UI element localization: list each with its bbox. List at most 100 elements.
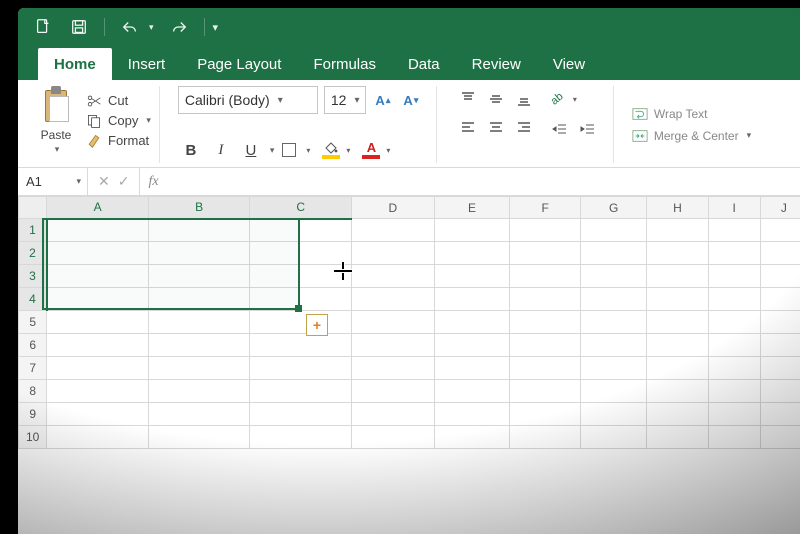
plus-icon: +	[313, 318, 321, 332]
tab-home[interactable]: Home	[38, 48, 112, 80]
copy-icon	[86, 113, 102, 129]
formula-controls: ✕ ✓	[88, 168, 140, 195]
font-size-combo[interactable]: 12 ▾	[324, 86, 366, 114]
format-label: Format	[108, 133, 149, 148]
name-box-value: A1	[26, 174, 42, 189]
borders-button[interactable]: ▾	[278, 137, 314, 163]
format-painter-button[interactable]: Format	[86, 133, 151, 149]
wrap-text-icon	[632, 107, 648, 121]
group-alignment: ab ▾	[447, 86, 614, 163]
decrease-indent-button[interactable]	[547, 116, 573, 142]
decrease-font-size-button[interactable]: A▾	[400, 88, 422, 112]
merge-icon	[632, 129, 648, 143]
copy-dropdown-icon[interactable]: ▾	[146, 115, 151, 126]
formula-input[interactable]	[167, 168, 800, 195]
col-header[interactable]: A	[47, 197, 149, 219]
align-top-button[interactable]	[455, 86, 481, 112]
col-header[interactable]: C	[250, 197, 352, 219]
merge-dropdown-icon[interactable]: ▾	[747, 130, 752, 141]
row-header[interactable]: 6	[19, 334, 47, 357]
group-clipboard: Paste ▾ Cut Copy ▾	[28, 86, 160, 163]
increase-font-size-button[interactable]: A▴	[372, 88, 394, 112]
wrap-text-button[interactable]: Wrap Text	[632, 107, 751, 121]
copy-label: Copy	[108, 113, 138, 128]
cancel-formula-button[interactable]: ✕	[98, 173, 110, 190]
font-color-icon: A	[362, 141, 380, 159]
select-all-corner[interactable]	[19, 197, 47, 219]
row-header[interactable]: 2	[19, 242, 47, 265]
cut-label: Cut	[108, 93, 128, 108]
formula-bar-row: A1 ▾ ✕ ✓ fx	[18, 168, 800, 196]
separator	[204, 18, 205, 36]
row-header[interactable]: 8	[19, 380, 47, 403]
ribbon-tabs: Home Insert Page Layout Formulas Data Re…	[18, 46, 800, 80]
new-file-icon[interactable]	[32, 16, 54, 38]
cut-button[interactable]: Cut	[86, 93, 151, 109]
merge-center-button[interactable]: Merge & Center ▾	[632, 129, 751, 143]
row-header[interactable]: 1	[19, 219, 47, 242]
underline-dropdown-icon[interactable]: ▾	[270, 145, 275, 156]
row-header[interactable]: 10	[19, 426, 47, 449]
row-header[interactable]: 7	[19, 357, 47, 380]
paste-icon	[41, 86, 71, 126]
wrap-text-label: Wrap Text	[654, 107, 708, 121]
chevron-down-icon: ▾	[354, 95, 359, 106]
paste-dropdown-icon[interactable]: ▾	[55, 144, 60, 155]
row-header[interactable]: 3	[19, 265, 47, 288]
group-font: Calibri (Body) ▾ 12 ▾ A▴ A▾ B I U ▾ ▾	[170, 86, 437, 163]
accept-formula-button[interactable]: ✓	[118, 173, 130, 190]
paste-button[interactable]: Paste ▾	[36, 86, 76, 155]
col-header[interactable]: I	[708, 197, 760, 219]
font-color-button[interactable]: A ▾	[358, 137, 394, 163]
align-bottom-button[interactable]	[511, 86, 537, 112]
row-header[interactable]: 5	[19, 311, 47, 334]
col-header[interactable]: H	[647, 197, 708, 219]
paste-label: Paste	[41, 128, 72, 142]
save-icon[interactable]	[68, 16, 90, 38]
align-left-button[interactable]	[455, 114, 481, 140]
quick-access-toolbar: ▾ ▾	[18, 8, 800, 46]
fill-color-button[interactable]: ▾	[318, 137, 354, 163]
col-header[interactable]: F	[510, 197, 581, 219]
border-icon	[282, 143, 296, 157]
col-header[interactable]: J	[760, 197, 800, 219]
tab-formulas[interactable]: Formulas	[297, 48, 392, 80]
col-header[interactable]: D	[352, 197, 435, 219]
paintbrush-icon	[86, 133, 102, 149]
tab-view[interactable]: View	[537, 48, 601, 80]
ribbon: Paste ▾ Cut Copy ▾	[18, 80, 800, 168]
customize-qat-icon[interactable]: ▾	[213, 21, 219, 34]
col-header[interactable]: B	[148, 197, 250, 219]
bold-button[interactable]: B	[178, 137, 204, 163]
italic-button[interactable]: I	[208, 137, 234, 163]
increase-indent-button[interactable]	[575, 116, 601, 142]
worksheet-grid[interactable]: A B C D E F G H I J 1	[18, 196, 800, 534]
orientation-button[interactable]: ab ▾	[547, 86, 581, 112]
align-center-button[interactable]	[483, 114, 509, 140]
row-header[interactable]: 9	[19, 403, 47, 426]
tab-data[interactable]: Data	[392, 48, 456, 80]
col-header[interactable]: E	[434, 197, 510, 219]
paste-options-button[interactable]: +	[306, 314, 328, 336]
font-name-combo[interactable]: Calibri (Body) ▾	[178, 86, 318, 114]
cells-table[interactable]: A B C D E F G H I J 1	[18, 196, 800, 449]
excel-window: ▾ ▾ Home Insert Page Layout Formulas Dat…	[18, 8, 800, 534]
name-box[interactable]: A1 ▾	[18, 168, 88, 195]
align-right-button[interactable]	[511, 114, 537, 140]
orientation-icon: ab	[548, 90, 565, 107]
font-name-value: Calibri (Body)	[185, 92, 270, 108]
chevron-down-icon: ▾	[76, 176, 81, 187]
align-middle-button[interactable]	[483, 86, 509, 112]
underline-button[interactable]: U	[238, 137, 264, 163]
tab-insert[interactable]: Insert	[112, 48, 182, 80]
tab-page-layout[interactable]: Page Layout	[181, 48, 297, 80]
fx-icon[interactable]: fx	[140, 174, 166, 190]
bucket-icon	[322, 142, 340, 159]
tab-review[interactable]: Review	[456, 48, 537, 80]
undo-icon[interactable]	[119, 16, 141, 38]
copy-button[interactable]: Copy ▾	[86, 113, 151, 129]
undo-dropdown-icon[interactable]: ▾	[149, 22, 154, 33]
col-header[interactable]: G	[581, 197, 647, 219]
row-header[interactable]: 4	[19, 288, 47, 311]
redo-icon[interactable]	[168, 16, 190, 38]
